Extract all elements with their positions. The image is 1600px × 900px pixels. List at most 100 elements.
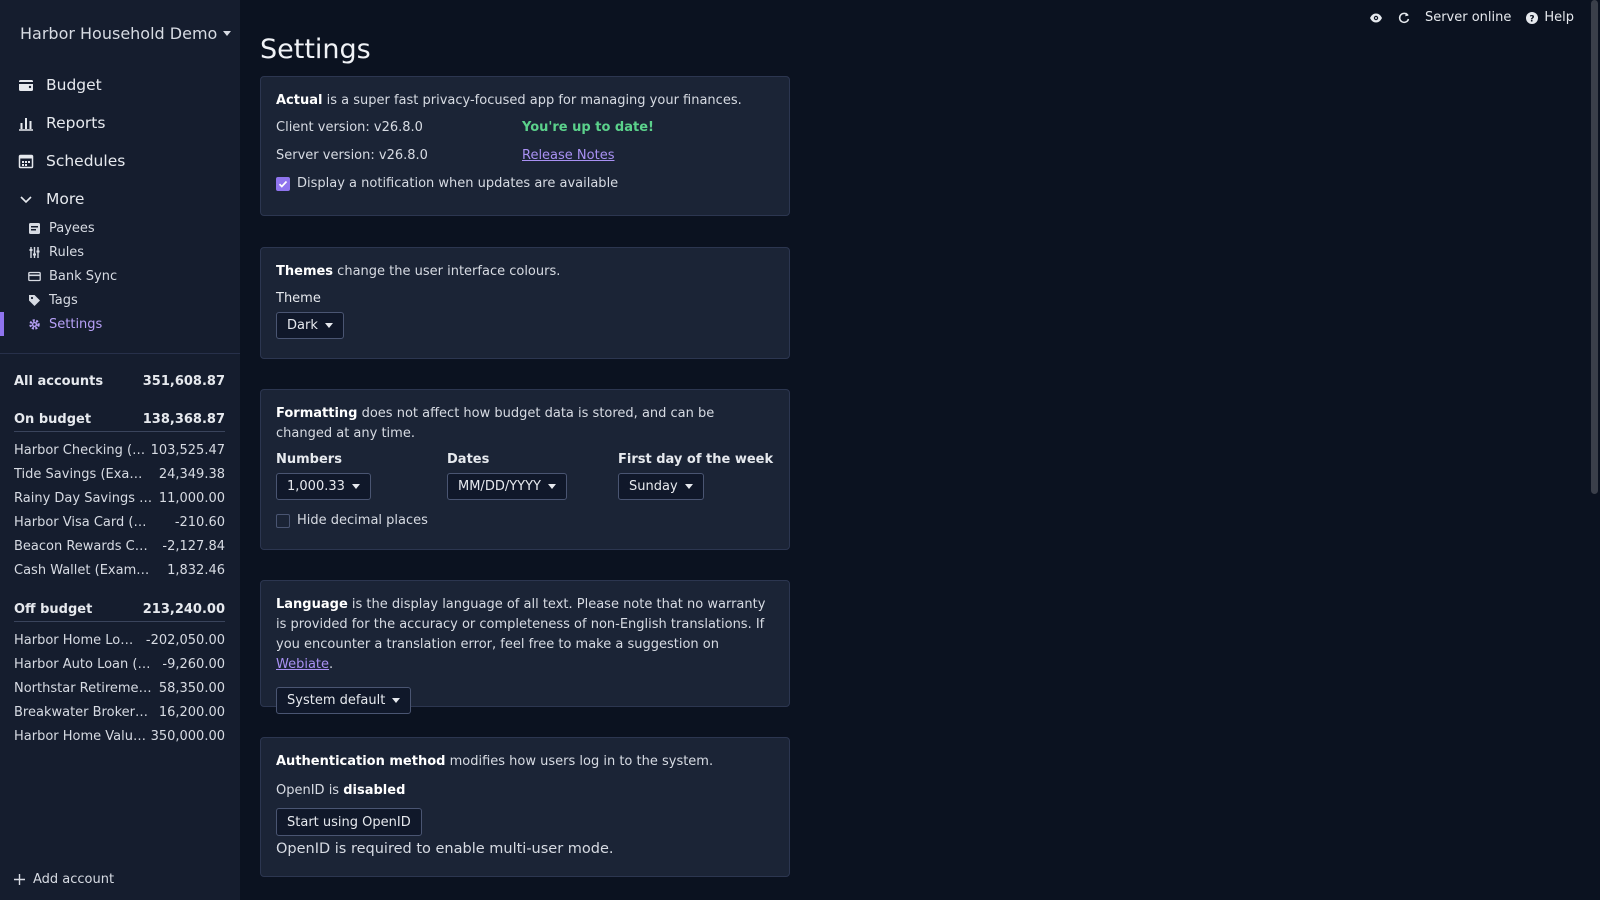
language-card: Language is the display language of all … <box>260 580 790 714</box>
refresh-icon <box>1398 12 1410 23</box>
sidebar-item-tags[interactable]: Tags <box>0 288 240 312</box>
account-balance: 350,000.00 <box>150 728 225 744</box>
tag-icon <box>29 294 40 306</box>
checkmark-icon <box>278 180 288 188</box>
caret-down-icon <box>547 484 556 489</box>
nav-item-label: Schedules <box>46 152 126 170</box>
account-row[interactable]: Beacon Rewards Ca… -2,127.84 <box>14 534 225 558</box>
account-balance: -202,050.00 <box>145 632 225 648</box>
theme-select-value: Dark <box>287 318 318 333</box>
add-account-label: Add account <box>33 872 115 887</box>
account-row[interactable]: Harbor Visa Card (Ex… -210.60 <box>14 510 225 534</box>
account-balance: 16,200.00 <box>158 704 225 720</box>
language-select[interactable]: System default <box>276 687 412 714</box>
nav-item-budget[interactable]: Budget <box>18 66 125 104</box>
bar-chart-icon <box>19 118 33 131</box>
account-row[interactable]: Harbor Auto Loan (… -9,260.00 <box>14 652 225 676</box>
scrollbar[interactable] <box>1590 0 1600 900</box>
theme-select[interactable]: Dark <box>276 312 344 339</box>
sync-button[interactable] <box>1397 11 1411 25</box>
wallet-icon <box>19 80 33 91</box>
app-name: Actual <box>276 93 323 108</box>
main-nav: Budget Reports Schedules More <box>18 66 125 218</box>
top-bar: Server online ? Help <box>1369 10 1574 25</box>
numbers-label: Numbers <box>276 452 342 467</box>
auth-description: Authentication method modifies how users… <box>276 752 774 772</box>
update-notification-label: Display a notification when updates are … <box>297 176 619 191</box>
off-budget-row[interactable]: Off budget 213,240.00 <box>14 598 225 622</box>
account-balance: -9,260.00 <box>162 656 225 672</box>
account-balance: -2,127.84 <box>162 538 225 554</box>
client-version: Client version: v26.8.0 <box>276 120 423 135</box>
sidebar-item-bank-sync[interactable]: Bank Sync <box>0 264 240 288</box>
account-balance: 11,000.00 <box>158 490 225 506</box>
update-notification-option: Display a notification when updates are … <box>276 176 774 191</box>
sidebar: Harbor Household Demo Budget Reports Sch… <box>0 0 240 900</box>
hide-decimal-option: Hide decimal places <box>276 513 774 528</box>
formatting-description: Formatting does not affect how budget da… <box>276 404 774 444</box>
language-heading: Language <box>276 597 348 612</box>
server-version: Server version: v26.8.0 <box>276 148 428 163</box>
account-row[interactable]: Northstar Retiremen… 58,350.00 <box>14 676 225 700</box>
formatting-heading: Formatting <box>276 406 358 421</box>
client-version-row: Client version: v26.8.0 You're up to dat… <box>276 120 774 135</box>
numbers-select[interactable]: 1,000.33 <box>276 473 371 500</box>
account-name: Harbor Home Valu… <box>14 728 146 744</box>
privacy-toggle-button[interactable] <box>1369 11 1383 25</box>
help-label: Help <box>1544 10 1574 25</box>
nav-item-more[interactable]: More <box>18 180 125 218</box>
sidebar-item-rules[interactable]: Rules <box>0 240 240 264</box>
calendar-icon <box>18 154 34 169</box>
update-status: You're up to date! <box>522 120 654 135</box>
account-row[interactable]: Cash Wallet (Example) 1,832.46 <box>14 558 225 582</box>
caret-down-icon <box>392 698 401 703</box>
account-name: Breakwater Brokera… <box>14 704 154 720</box>
account-balance: -210.60 <box>174 514 225 530</box>
nav-item-reports[interactable]: Reports <box>18 104 125 142</box>
help-button[interactable]: ? Help <box>1525 10 1574 25</box>
start-openid-button[interactable]: Start using OpenID <box>276 808 422 836</box>
scrollbar-thumb[interactable] <box>1591 0 1598 494</box>
account-row[interactable]: Harbor Home Lo… -202,050.00 <box>14 628 225 652</box>
dates-select[interactable]: MM/DD/YYYY <box>447 473 567 500</box>
hide-decimal-label: Hide decimal places <box>297 513 428 528</box>
authentication-card: Authentication method modifies how users… <box>260 737 790 877</box>
account-name: Harbor Visa Card (Ex… <box>14 514 154 530</box>
update-notification-checkbox[interactable] <box>276 176 290 191</box>
dates-select-value: MM/DD/YYYY <box>458 479 541 494</box>
add-account-button[interactable]: Add account <box>14 872 114 887</box>
account-row[interactable]: Breakwater Brokera… 16,200.00 <box>14 700 225 724</box>
account-row[interactable]: Tide Savings (Exam… 24,349.38 <box>14 462 225 486</box>
budget-name-menu[interactable]: Harbor Household Demo <box>20 24 232 43</box>
release-notes-link[interactable]: Release Notes <box>522 148 614 163</box>
language-description: Language is the display language of all … <box>276 595 774 675</box>
account-row[interactable]: Harbor Home Valu… 350,000.00 <box>14 724 225 748</box>
caret-down-icon <box>351 484 360 489</box>
theme-label: Theme <box>276 291 321 306</box>
sidebar-item-payees[interactable]: Payees <box>0 216 240 240</box>
caret-down-icon <box>684 484 693 489</box>
auth-text: modifies how users log in to the system. <box>445 754 714 769</box>
account-group-balance: 351,608.87 <box>142 373 225 389</box>
nav-item-schedules[interactable]: Schedules <box>18 142 125 180</box>
payees-icon <box>29 222 40 234</box>
account-row[interactable]: Rainy Day Savings (… 11,000.00 <box>14 486 225 510</box>
numbers-option: Numbers 1,000.33 <box>276 452 447 500</box>
server-status-button[interactable]: Server online <box>1425 10 1511 25</box>
account-row[interactable]: Harbor Checking (… 103,525.47 <box>14 438 225 462</box>
week-start-select[interactable]: Sunday <box>618 473 704 500</box>
sidebar-item-label: Settings <box>49 316 103 332</box>
off-budget-section: Off budget 213,240.00 Harbor Home Lo… -20… <box>14 598 225 748</box>
all-accounts-row[interactable]: All accounts 351,608.87 <box>14 369 225 393</box>
dates-option: Dates MM/DD/YYYY <box>447 452 618 500</box>
sidebar-item-settings[interactable]: Settings <box>0 312 240 336</box>
numbers-select-value: 1,000.33 <box>287 479 345 494</box>
dates-label: Dates <box>447 452 490 467</box>
account-name: Harbor Checking (… <box>14 442 146 458</box>
language-trailing: . <box>329 657 334 672</box>
on-budget-row[interactable]: On budget 138,368.87 <box>14 408 225 432</box>
sub-nav: Payees Rules Bank Sync Tags Settings <box>0 216 240 336</box>
hide-decimal-checkbox[interactable] <box>276 513 290 528</box>
webiate-link[interactable]: Webiate <box>276 657 329 672</box>
sidebar-item-label: Payees <box>49 220 95 236</box>
